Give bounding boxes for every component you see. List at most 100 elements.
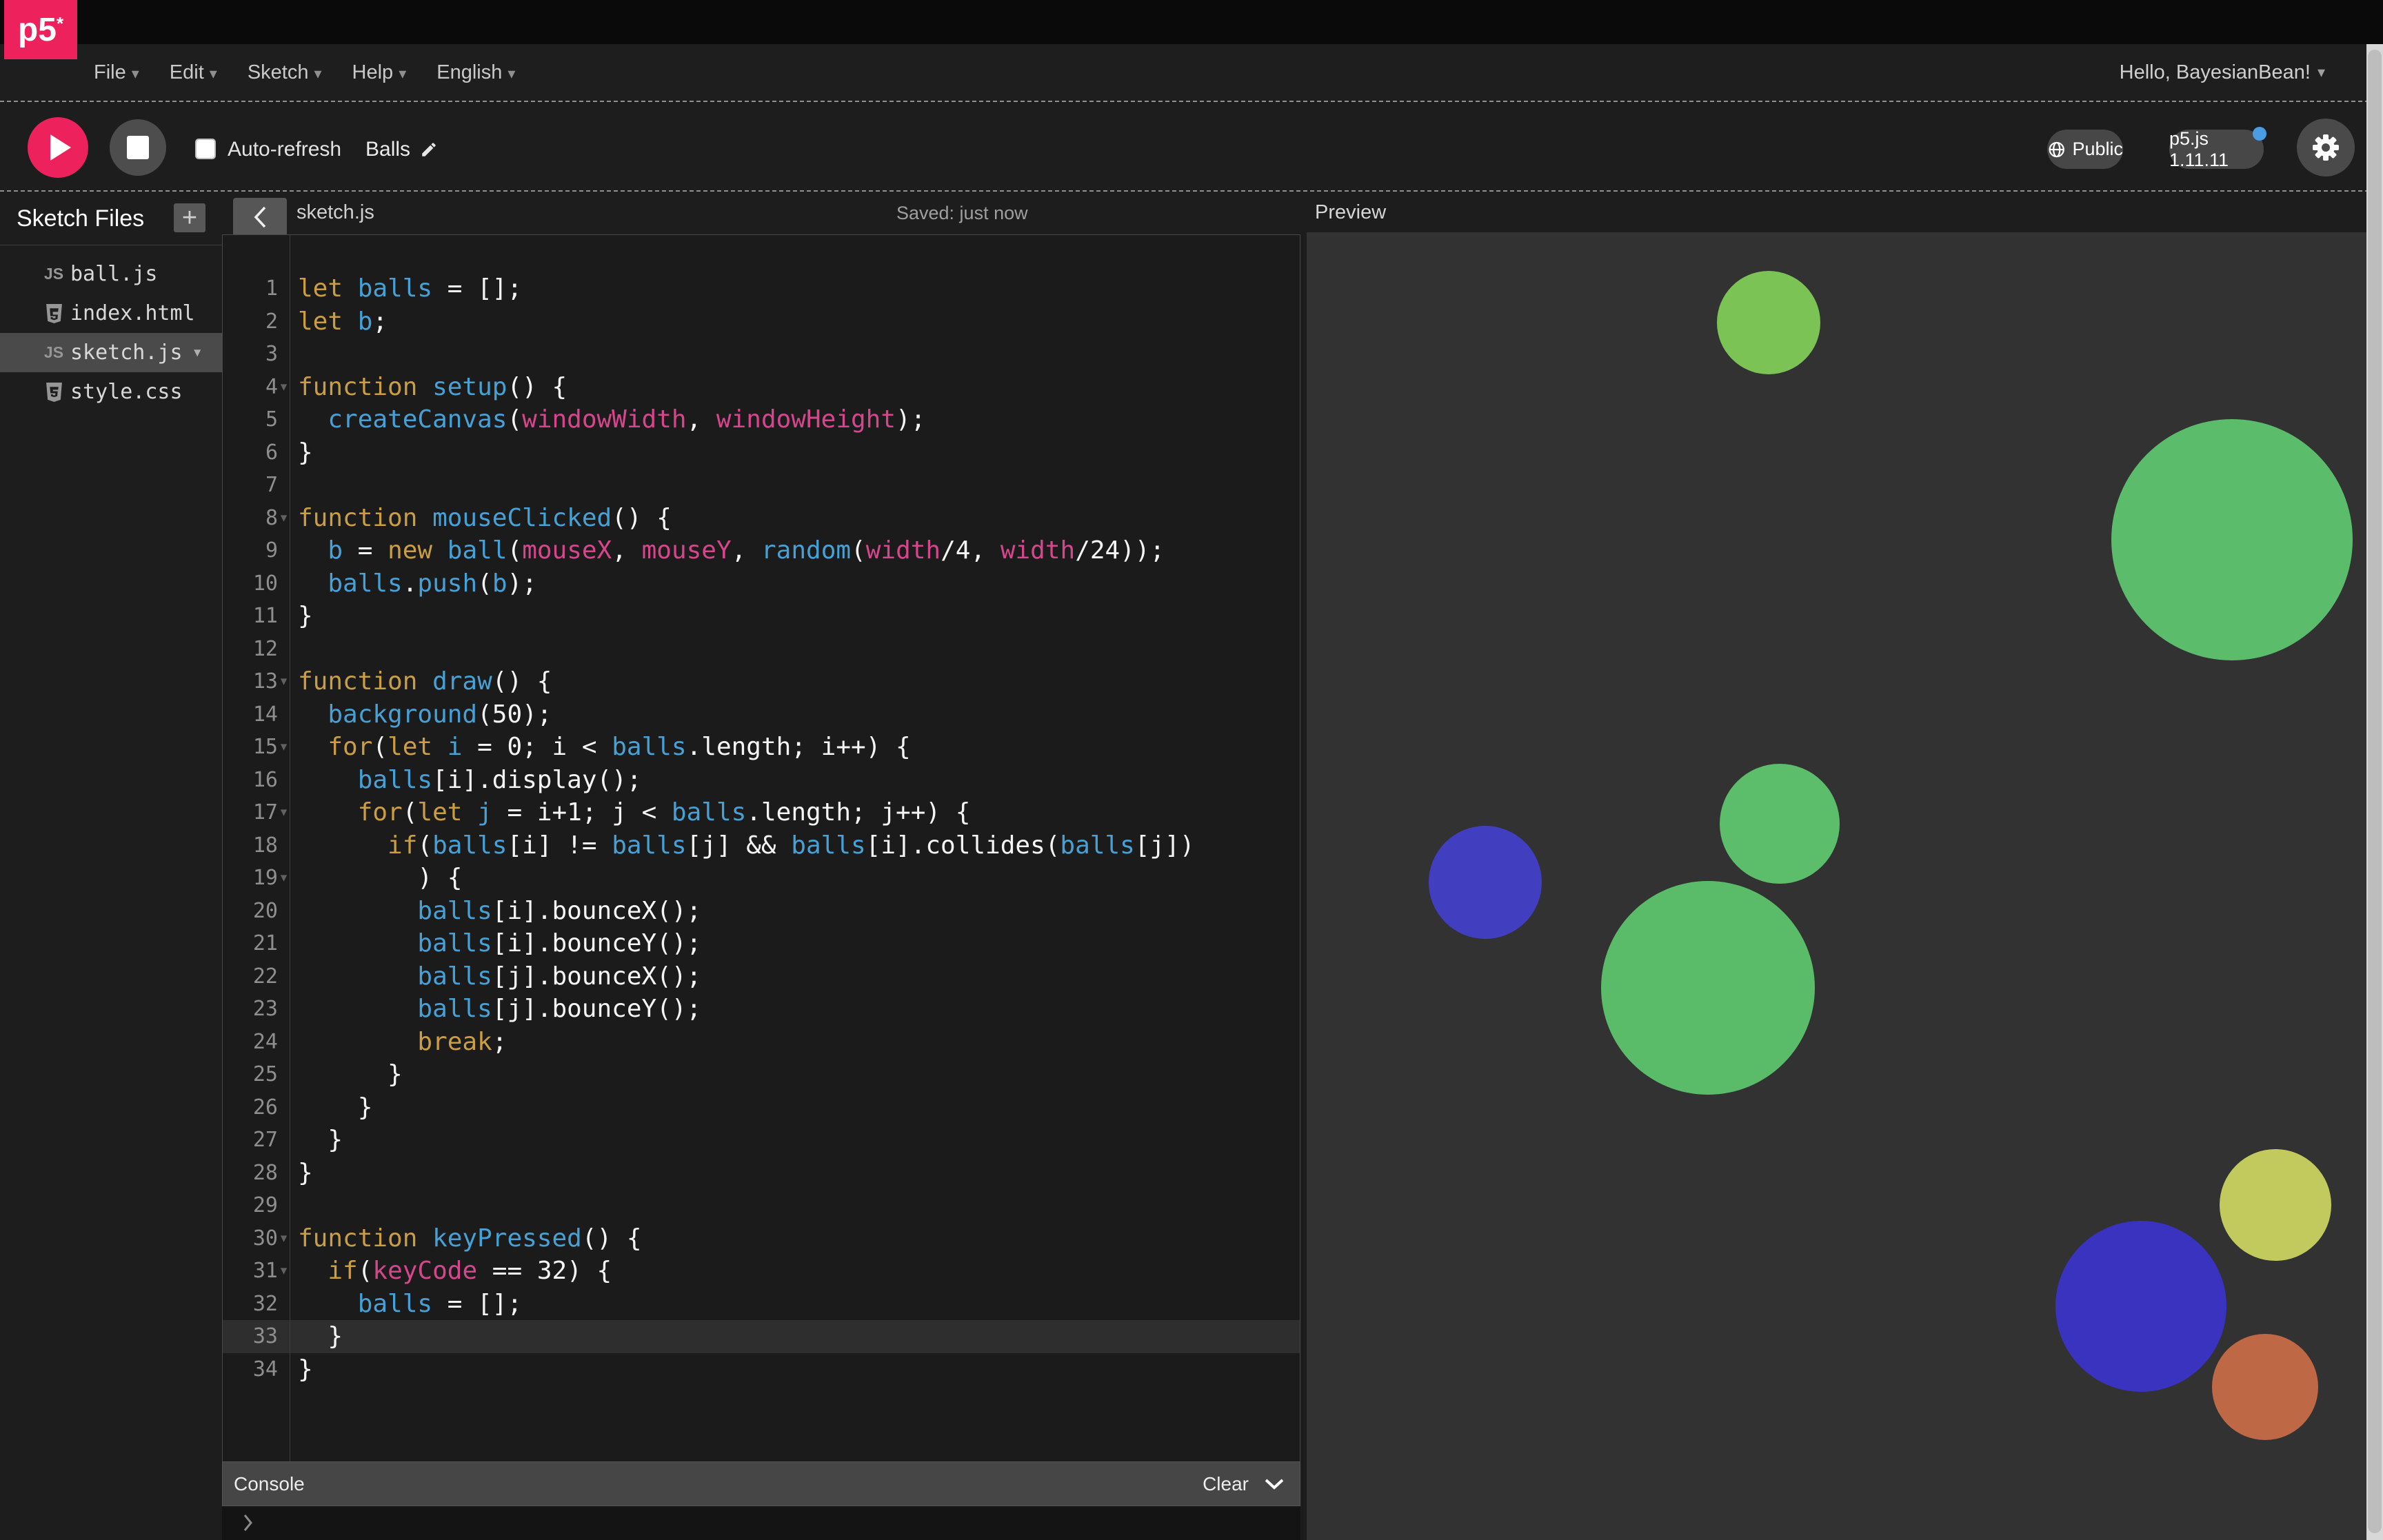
file-item-sketch-js[interactable]: JS sketch.js ▾	[0, 333, 222, 372]
menu-help[interactable]: Help▾	[352, 61, 407, 84]
scrollbar-thumb[interactable]	[2368, 50, 2382, 1533]
console-collapse-chevron-icon[interactable]	[1264, 1478, 1285, 1490]
line-number: 26	[223, 1091, 278, 1124]
menu-edit[interactable]: Edit▾	[170, 61, 217, 84]
code-line-7[interactable]: 7	[223, 469, 1300, 502]
code-line-21[interactable]: 21 balls[i].bounceY();	[223, 927, 1300, 960]
line-number: 17	[223, 796, 278, 829]
line-number: 25	[223, 1058, 278, 1091]
fold-spacer	[278, 1189, 290, 1222]
code-text: for(let j = i+1; j < balls.length; j++) …	[290, 796, 970, 829]
menu-sketch[interactable]: Sketch▾	[248, 61, 322, 84]
code-line-27[interactable]: 27 }	[223, 1124, 1300, 1157]
fold-arrow-icon[interactable]: ▾	[278, 1222, 290, 1255]
code-line-3[interactable]: 3	[223, 338, 1300, 371]
console-title: Console	[234, 1473, 305, 1495]
code-line-34[interactable]: 34}	[223, 1353, 1300, 1386]
code-line-26[interactable]: 26 }	[223, 1091, 1300, 1124]
line-number: 20	[223, 895, 278, 928]
file-name: style.css	[70, 380, 183, 404]
fold-arrow-icon[interactable]: ▾	[278, 502, 290, 535]
fold-arrow-icon[interactable]: ▾	[278, 371, 290, 404]
settings-button[interactable]	[2297, 119, 2355, 176]
fold-arrow-icon[interactable]: ▾	[278, 665, 290, 698]
file-item-style-css[interactable]: style.css	[0, 372, 222, 412]
console-input-area[interactable]	[222, 1506, 1300, 1540]
code-line-14[interactable]: 14 background(50);	[223, 698, 1300, 731]
user-menu[interactable]: Hello, BayesianBean! ▾	[2120, 44, 2325, 101]
preview-ball-6	[2220, 1149, 2331, 1261]
code-line-20[interactable]: 20 balls[i].bounceX();	[223, 895, 1300, 928]
code-line-1[interactable]: 1let balls = [];	[223, 272, 1300, 305]
code-text	[290, 469, 298, 502]
code-line-9[interactable]: 9 b = new ball(mouseX, mouseY, random(wi…	[223, 534, 1300, 567]
code-text: background(50);	[290, 698, 552, 731]
code-editor[interactable]: 1let balls = [];2let b;34▾function setup…	[222, 234, 1300, 1461]
code-line-30[interactable]: 30▾function keyPressed() {	[223, 1222, 1300, 1255]
code-line-2[interactable]: 2let b;	[223, 305, 1300, 338]
code-text	[290, 1189, 298, 1222]
file-item-index-html[interactable]: index.html	[0, 294, 222, 333]
code-line-12[interactable]: 12	[223, 633, 1300, 666]
fold-arrow-icon[interactable]: ▾	[278, 796, 290, 829]
sketch-files-sidebar: Sketch Files + JS ball.js index.html JS …	[0, 192, 222, 1540]
code-line-33[interactable]: 33 }	[223, 1320, 1300, 1353]
fold-arrow-icon[interactable]: ▾	[278, 1255, 290, 1288]
fold-spacer	[278, 927, 290, 960]
code-line-6[interactable]: 6}	[223, 436, 1300, 469]
fold-arrow-icon[interactable]: ▾	[278, 731, 290, 764]
code-line-32[interactable]: 32 balls = [];	[223, 1288, 1300, 1321]
edit-pencil-icon[interactable]	[420, 141, 438, 159]
file-options-caret-icon[interactable]: ▾	[192, 342, 203, 363]
fold-spacer	[278, 698, 290, 731]
code-line-28[interactable]: 28}	[223, 1157, 1300, 1190]
visibility-button[interactable]: Public	[2047, 130, 2123, 169]
fold-arrow-icon[interactable]: ▾	[278, 862, 290, 895]
code-line-18[interactable]: 18 if(balls[i] != balls[j] && balls[i].c…	[223, 829, 1300, 862]
sketch-canvas[interactable]	[1307, 232, 2366, 1540]
code-line-8[interactable]: 8▾function mouseClicked() {	[223, 502, 1300, 535]
code-line-22[interactable]: 22 balls[j].bounceX();	[223, 960, 1300, 993]
code-text: function draw() {	[290, 665, 552, 698]
version-label: p5.js 1.11.11	[2169, 128, 2264, 171]
p5-logo[interactable]: p5*	[4, 0, 77, 59]
preview-ball-5	[1601, 881, 1815, 1095]
code-line-5[interactable]: 5 createCanvas(windowWidth, windowHeight…	[223, 403, 1300, 436]
code-line-24[interactable]: 24 break;	[223, 1026, 1300, 1059]
line-number: 10	[223, 567, 278, 600]
console-clear-button[interactable]: Clear	[1203, 1473, 1249, 1495]
file-item-ball-js[interactable]: JS ball.js	[0, 254, 222, 294]
editor-header: sketch.js Saved: just now	[222, 192, 1302, 234]
code-text: }	[290, 1058, 403, 1091]
collapse-sidebar-button[interactable]	[233, 198, 287, 236]
code-line-13[interactable]: 13▾function draw() {	[223, 665, 1300, 698]
fold-spacer	[278, 1058, 290, 1091]
code-text: }	[290, 1320, 343, 1353]
code-line-16[interactable]: 16 balls[i].display();	[223, 764, 1300, 797]
open-file-tab[interactable]: sketch.js	[296, 201, 374, 224]
code-line-19[interactable]: 19▾ ) {	[223, 862, 1300, 895]
preview-ball-2	[2111, 419, 2353, 660]
code-text: }	[290, 1124, 343, 1157]
code-text: }	[290, 1353, 313, 1386]
code-line-17[interactable]: 17▾ for(let j = i+1; j < balls.length; j…	[223, 796, 1300, 829]
code-line-31[interactable]: 31▾ if(keyCode == 32) {	[223, 1255, 1300, 1288]
html-file-icon	[39, 304, 69, 323]
menu-file[interactable]: File▾	[94, 61, 139, 84]
code-line-11[interactable]: 11}	[223, 600, 1300, 633]
stop-button[interactable]	[110, 119, 166, 176]
code-line-25[interactable]: 25 }	[223, 1058, 1300, 1091]
code-line-4[interactable]: 4▾function setup() {	[223, 371, 1300, 404]
version-button[interactable]: p5.js 1.11.11	[2169, 130, 2264, 169]
auto-refresh-checkbox[interactable]	[195, 139, 216, 159]
add-file-button[interactable]: +	[174, 203, 205, 232]
play-button[interactable]	[28, 117, 88, 178]
code-line-10[interactable]: 10 balls.push(b);	[223, 567, 1300, 600]
code-text: balls[j].bounceX();	[290, 960, 701, 993]
fold-spacer	[278, 829, 290, 862]
line-number: 31	[223, 1255, 278, 1288]
code-line-15[interactable]: 15▾ for(let i = 0; i < balls.length; i++…	[223, 731, 1300, 764]
menu-language[interactable]: English▾	[436, 61, 515, 84]
code-line-23[interactable]: 23 balls[j].bounceY();	[223, 993, 1300, 1026]
code-line-29[interactable]: 29	[223, 1189, 1300, 1222]
